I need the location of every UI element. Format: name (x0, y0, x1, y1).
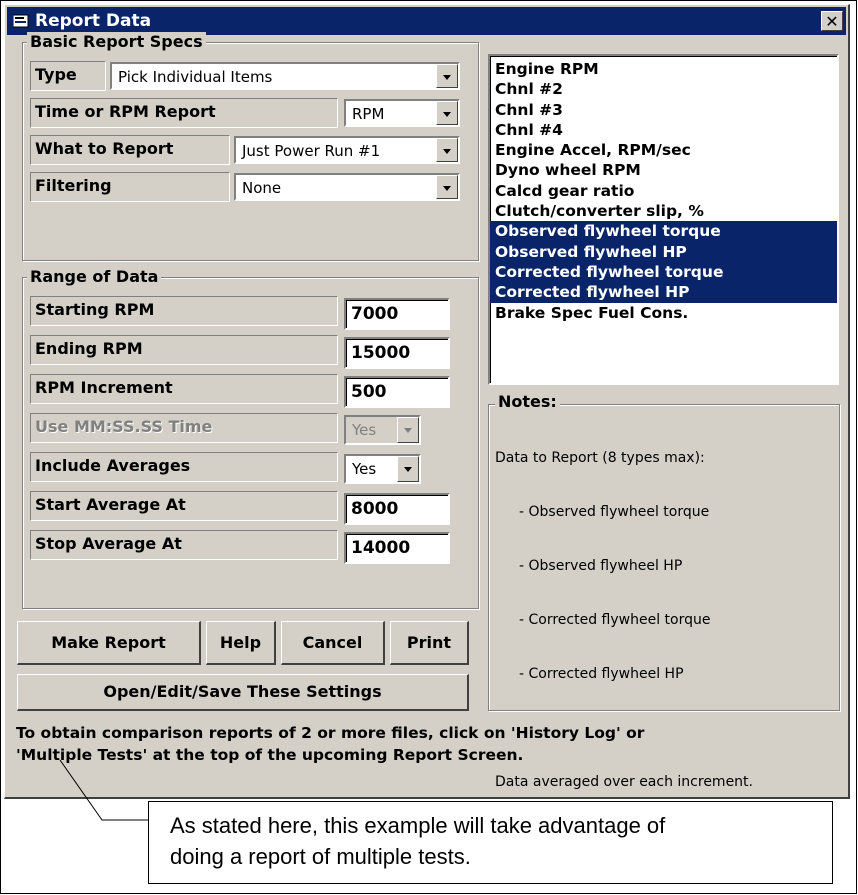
callout-pointer (59, 759, 148, 821)
callout-box: As stated here, this example will take a… (148, 801, 833, 884)
callout-line-1: As stated here, this example will take a… (170, 813, 666, 838)
callout-line-2: doing a report of multiple tests. (170, 844, 471, 869)
